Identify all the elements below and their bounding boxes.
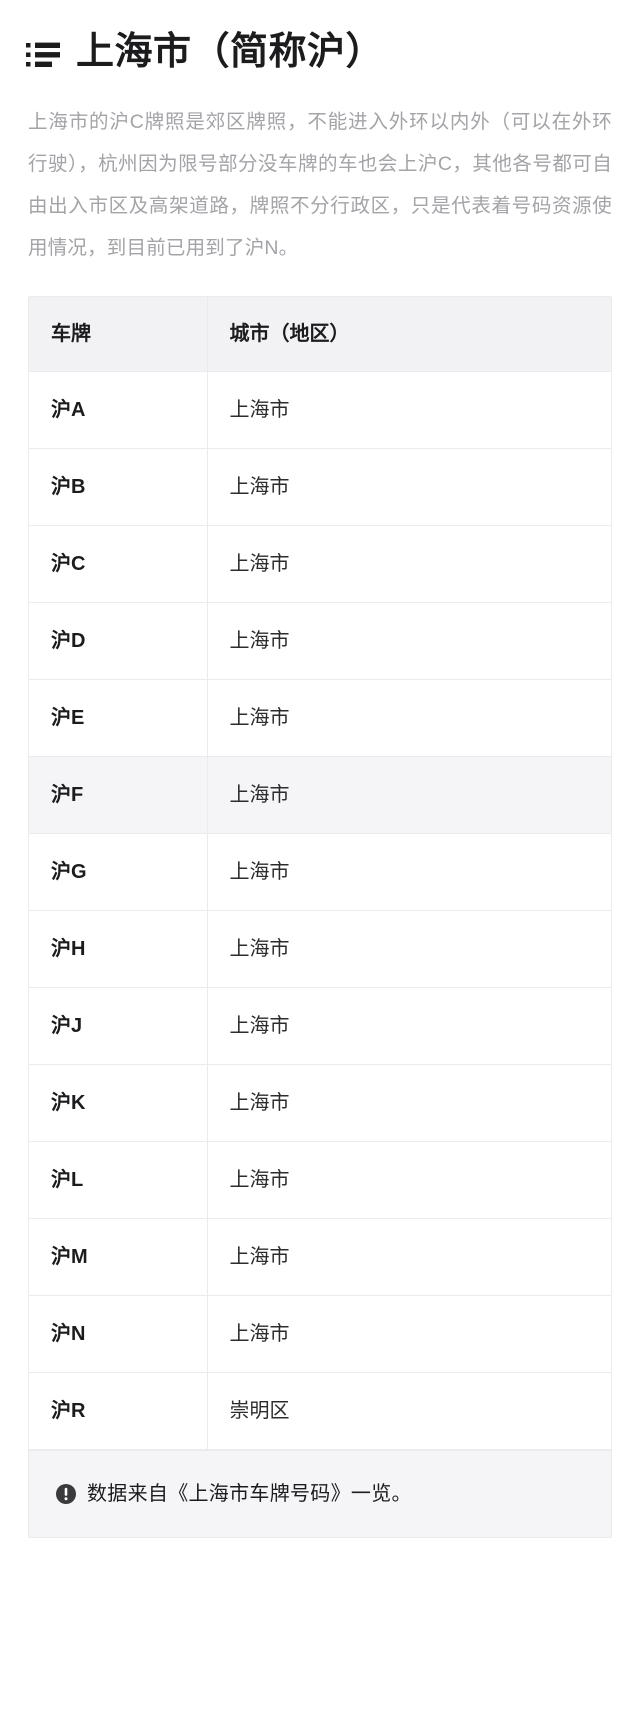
city-cell: 上海市 xyxy=(207,833,611,911)
table-row[interactable]: 沪J 上海市 xyxy=(29,987,611,1065)
city-cell: 上海市 xyxy=(207,987,611,1065)
plate-cell: 沪E xyxy=(29,679,208,757)
city-cell: 上海市 xyxy=(207,1295,611,1373)
city-cell: 上海市 xyxy=(207,602,611,680)
table-row[interactable]: 沪F 上海市 xyxy=(29,756,611,834)
plate-table-container: 车牌 城市（地区） 沪A 上海市 沪B 上海市 沪C 上海市 沪D 上海市 沪E 上海市 沪F 上海市… xyxy=(28,295,612,1538)
table-row[interactable]: 沪E 上海市 xyxy=(29,679,611,757)
plate-cell: 沪H xyxy=(29,910,208,988)
plate-cell: 沪D xyxy=(29,602,208,680)
plate-cell: 沪A xyxy=(29,371,208,449)
source-note: 数据来自《上海市车牌号码》一览。 xyxy=(29,1449,611,1537)
table-row[interactable]: 沪M 上海市 xyxy=(29,1218,611,1296)
city-cell: 上海市 xyxy=(207,1218,611,1296)
city-cell: 上海市 xyxy=(207,525,611,603)
city-cell: 上海市 xyxy=(207,1064,611,1142)
table-row[interactable]: 沪L 上海市 xyxy=(29,1141,611,1219)
intro-paragraph: 上海市的沪C牌照是郊区牌照，不能进入外环以内外（可以在外环行驶），杭州因为限号部… xyxy=(28,111,612,259)
table-row[interactable]: 沪C 上海市 xyxy=(29,525,611,603)
source-note-text: 数据来自《上海市车牌号码》一览。 xyxy=(87,1482,412,1505)
page-title: 上海市（简称沪） xyxy=(76,31,385,74)
plate-cell: 沪L xyxy=(29,1141,208,1219)
city-cell: 上海市 xyxy=(207,756,611,834)
table-row[interactable]: 沪B 上海市 xyxy=(29,448,611,526)
table-row[interactable]: 沪K 上海市 xyxy=(29,1064,611,1142)
list-icon xyxy=(26,37,60,69)
plate-table: 车牌 城市（地区） 沪A 上海市 沪B 上海市 沪C 上海市 沪D 上海市 沪E 上海市 沪F 上海市… xyxy=(29,296,611,1450)
table-body: 沪A 上海市 沪B 上海市 沪C 上海市 沪D 上海市 沪E 上海市 沪F 上海市 沪G 上海市 沪H 上海市… xyxy=(29,371,611,1450)
plate-cell: 沪K xyxy=(29,1064,208,1142)
plate-cell: 沪F xyxy=(29,756,208,834)
table-row[interactable]: 沪D 上海市 xyxy=(29,602,611,680)
article-page: 上海市（简称沪） 上海市的沪C牌照是郊区牌照，不能进入外环以内外（可以在外环行驶… xyxy=(0,0,640,1538)
plate-cell: 沪M xyxy=(29,1218,208,1296)
city-cell: 崇明区 xyxy=(207,1372,611,1450)
plate-cell: 沪B xyxy=(29,448,208,526)
table-header-row: 车牌 城市（地区） xyxy=(29,296,611,372)
city-cell: 上海市 xyxy=(207,679,611,757)
plate-cell: 沪R xyxy=(29,1372,208,1450)
column-header-plate: 车牌 xyxy=(29,296,208,372)
plate-cell: 沪J xyxy=(29,987,208,1065)
table-row[interactable]: 沪N 上海市 xyxy=(29,1295,611,1373)
city-cell: 上海市 xyxy=(207,371,611,449)
table-header: 车牌 城市（地区） xyxy=(29,296,611,372)
plate-cell: 沪G xyxy=(29,833,208,911)
plate-cell: 沪C xyxy=(29,525,208,603)
table-row[interactable]: 沪G 上海市 xyxy=(29,833,611,911)
city-cell: 上海市 xyxy=(207,1141,611,1219)
article-header: 上海市（简称沪） xyxy=(0,0,640,80)
table-row[interactable]: 沪H 上海市 xyxy=(29,910,611,988)
exclamation-circle-icon xyxy=(55,1483,77,1505)
plate-cell: 沪N xyxy=(29,1295,208,1373)
city-cell: 上海市 xyxy=(207,448,611,526)
table-row[interactable]: 沪R 崇明区 xyxy=(29,1372,611,1450)
city-cell: 上海市 xyxy=(207,910,611,988)
column-header-city: 城市（地区） xyxy=(207,296,611,372)
table-row[interactable]: 沪A 上海市 xyxy=(29,371,611,449)
